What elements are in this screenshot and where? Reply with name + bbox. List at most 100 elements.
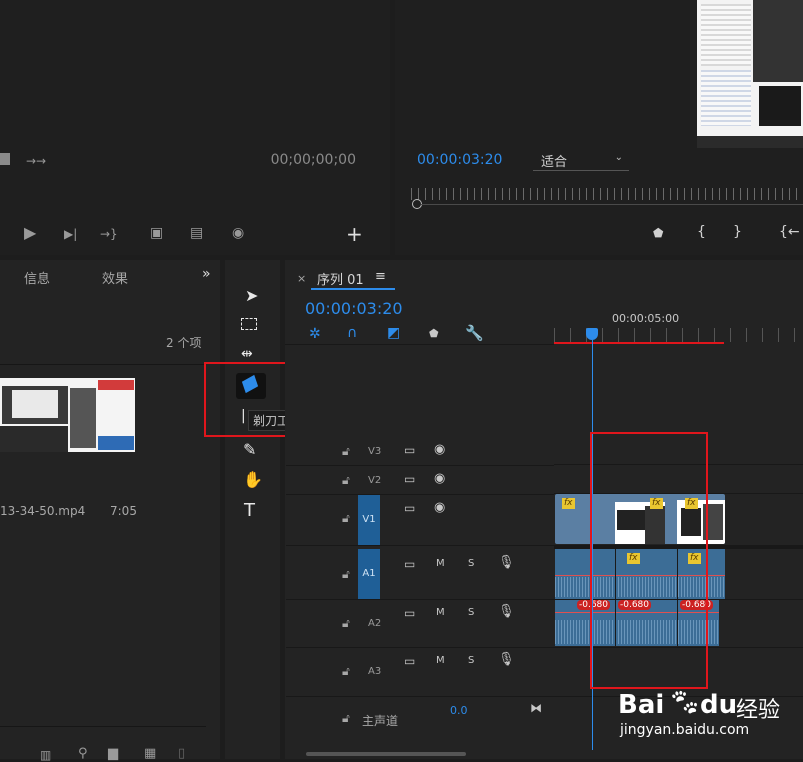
track-a2[interactable]: 🔓︎ A2 ▭ M S 🎙︎ [286, 600, 554, 648]
sequence-tab[interactable]: 序列 01 [317, 269, 364, 288]
expand-icon[interactable]: ⧓ [530, 701, 542, 715]
snap-magnet-icon[interactable]: ∩ [347, 325, 357, 341]
watermark: Bai 🐾︎ du 经验 jingyan.baidu.com [618, 688, 803, 759]
lock-icon[interactable]: 🔓︎ [342, 567, 350, 582]
item-count: 2 个项 [166, 336, 202, 350]
wrench-icon[interactable]: 🔧 [465, 324, 484, 342]
mute-button[interactable]: M [436, 558, 445, 569]
track-v2[interactable]: 🔓︎ V2 ▭ ◉ [286, 466, 554, 495]
overwrite-icon[interactable]: ▤ [190, 226, 203, 240]
fit-select[interactable]: 适合 ⌄ [533, 150, 629, 171]
timeline-scrollbar[interactable] [306, 752, 466, 756]
divider [0, 364, 206, 365]
tools-panel: ➤ ⇹ | ✎ ✋ T [225, 260, 280, 759]
type-tool-icon[interactable]: T [244, 500, 255, 521]
clip-name[interactable]: 13-34-50.mp4 [0, 504, 85, 518]
microphone-icon[interactable]: 🎙︎ [498, 652, 515, 667]
track-output-icon[interactable]: ▭ [404, 654, 415, 668]
play-icon[interactable]: ▶ [24, 225, 36, 241]
track-v1[interactable]: V1 🔓︎ V1 ▭ ◉ [286, 495, 554, 546]
add-marker-timeline-icon[interactable]: ⬟ [429, 327, 439, 340]
program-timecode[interactable]: 00:00:03:20 [417, 152, 502, 168]
watermark-brand: Bai [618, 690, 665, 720]
track-select-tool-icon[interactable] [241, 318, 257, 330]
solo-button[interactable]: S [468, 655, 474, 666]
eye-icon[interactable]: ◉ [434, 471, 445, 486]
chevron-down-icon: ⌄ [614, 152, 623, 163]
add-marker-icon[interactable]: ⬟ [653, 226, 663, 240]
go-to-in-icon[interactable]: {← [779, 225, 800, 239]
track-label-a2: A2 [368, 618, 382, 629]
ruler-label: 00:00:05:00 [612, 312, 680, 325]
track-output-icon[interactable]: ▭ [404, 557, 415, 571]
solo-button[interactable]: S [468, 607, 474, 618]
track-output-icon[interactable]: ▭ [404, 501, 415, 515]
close-tab-icon[interactable]: × [297, 272, 306, 285]
watermark-brand-cn: 经验 [736, 698, 781, 723]
track-output-icon[interactable]: ▭ [404, 443, 415, 457]
ripple-edit-tool-icon[interactable]: ⇹ [241, 346, 253, 362]
microphone-icon[interactable]: 🎙︎ [498, 555, 515, 570]
sequence-menu-icon[interactable]: ≡ [375, 269, 386, 284]
playhead-handle[interactable] [586, 328, 598, 340]
selection-tool-icon[interactable]: ➤ [245, 286, 258, 305]
linked-selection-icon[interactable]: ◩ [387, 325, 400, 341]
insert-marker-icon[interactable]: →→ [26, 154, 46, 168]
add-button[interactable]: + [346, 224, 363, 244]
microphone-icon[interactable]: 🎙︎ [498, 604, 515, 619]
track-label-v3: V3 [368, 446, 382, 457]
lock-icon[interactable]: 🔓︎ [342, 664, 350, 679]
lock-icon[interactable]: 🔓︎ [342, 473, 350, 488]
lock-icon[interactable]: 🔓︎ [342, 444, 350, 459]
track-output-icon[interactable]: ▭ [404, 472, 415, 486]
program-ruler[interactable] [411, 188, 803, 200]
track-master[interactable]: 🔓︎ 主声道 0.0 ⧓ [286, 697, 554, 745]
master-label: 主声道 [362, 714, 399, 728]
eye-icon[interactable]: ◉ [434, 442, 445, 457]
program-preview [697, 0, 803, 148]
track-a1[interactable]: A1 🔓︎ A1 ▭ M S 🎙︎ [286, 549, 554, 600]
panel-overflow-icon[interactable]: » [202, 266, 211, 282]
eye-icon[interactable]: ◉ [434, 500, 445, 515]
source-patch-a1[interactable]: A1 [358, 549, 380, 599]
track-output-icon[interactable]: ▭ [404, 606, 415, 620]
clip-thumbnail[interactable] [0, 378, 135, 452]
fit-select-label: 适合 [541, 155, 568, 170]
insert-icon[interactable]: ▣ [150, 226, 163, 240]
source-monitor: →→ 00;00;00;00 ▶ ▶| →} ▣ ▤ ◉ + [0, 0, 390, 255]
track-v3[interactable]: 🔓︎ V3 ▭ ◉ [286, 437, 554, 466]
solo-button[interactable]: S [468, 558, 474, 569]
nest-icon[interactable]: ✲ [309, 326, 321, 342]
source-monitor-marker[interactable] [0, 153, 10, 165]
tab-effects[interactable]: 效果 [102, 268, 128, 287]
list-view-icon[interactable]: ▥ [40, 748, 51, 762]
project-panel: 信息 效果 » 2 个项 13-34-50.mp4 7:05 ▥ ⚲ ▆ ▦ ▯ [0, 260, 220, 762]
step-forward-icon[interactable]: ▶| [64, 227, 77, 241]
track-label-a3: A3 [368, 666, 382, 677]
lock-icon[interactable]: 🔓︎ [342, 711, 350, 726]
go-to-out-icon[interactable]: →} [100, 227, 118, 241]
mark-out-icon[interactable]: } [733, 225, 742, 239]
lock-icon[interactable]: 🔓︎ [342, 616, 350, 631]
timeline-timecode[interactable]: 00:00:03:20 [305, 299, 403, 318]
panel-bottom-divider [0, 726, 206, 727]
mark-in-icon[interactable]: { [697, 225, 706, 239]
pen-tool-icon[interactable]: ✎ [243, 440, 256, 459]
watermark-brand2: du [700, 690, 738, 720]
lock-icon[interactable]: 🔓︎ [342, 511, 350, 526]
fx-badge[interactable]: fx [562, 498, 575, 509]
clip-duration: 7:05 [110, 504, 137, 518]
tab-info[interactable]: 信息 [24, 268, 50, 287]
paw-icon: 🐾︎ [668, 688, 702, 718]
track-a3[interactable]: 🔓︎ A3 ▭ M S 🎙︎ [286, 648, 554, 697]
camera-icon[interactable]: ◉ [232, 226, 244, 240]
source-timecode[interactable]: 00;00;00;00 [271, 152, 356, 168]
watermark-url: jingyan.baidu.com [620, 722, 750, 738]
annotation-box-cut [590, 432, 708, 689]
mute-button[interactable]: M [436, 607, 445, 618]
source-patch-v1[interactable]: V1 [358, 495, 380, 545]
mute-button[interactable]: M [436, 655, 445, 666]
program-scrollbar[interactable] [421, 204, 803, 205]
hand-tool-icon[interactable]: ✋ [243, 470, 263, 489]
master-volume[interactable]: 0.0 [450, 704, 468, 717]
